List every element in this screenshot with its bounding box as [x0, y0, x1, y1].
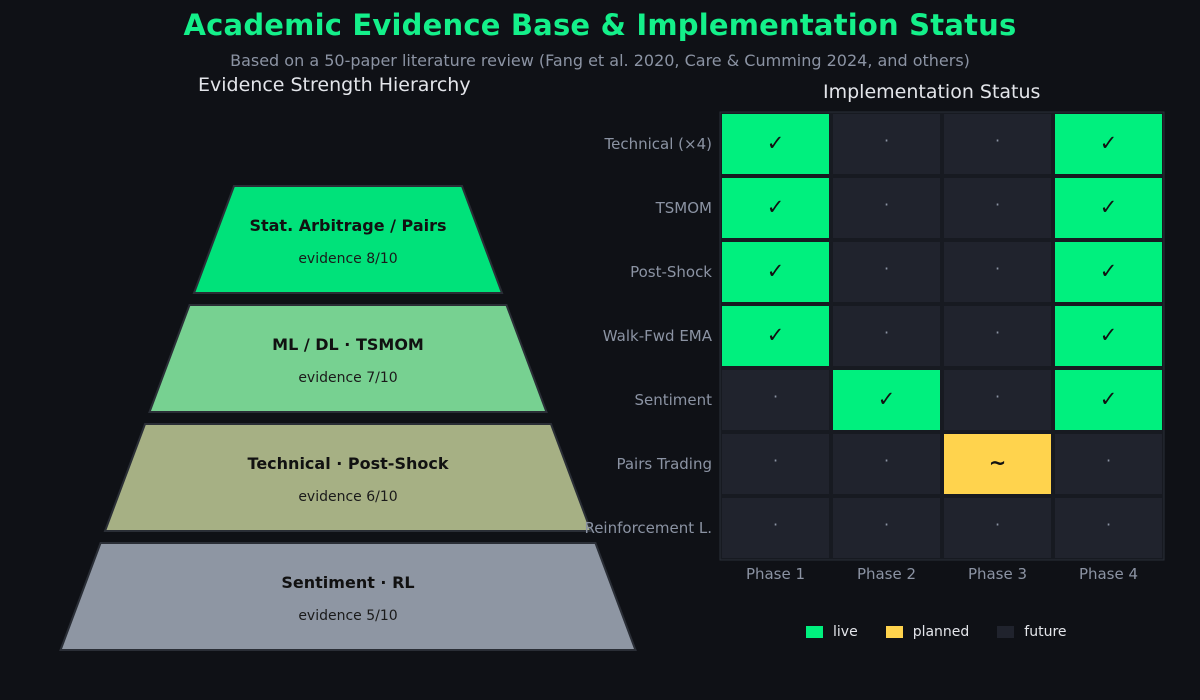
legend-label-planned: planned — [912, 624, 970, 640]
implementation-status-grid: Technical (×4) ✓ · · ✓ TSMOM ✓ · · ✓ Post-Shock ✓ · ·… — [584, 111, 1165, 583]
status-symbol-live: ✓ — [1100, 131, 1118, 155]
row-label-sentiment: Sentiment — [634, 391, 712, 409]
figure-canvas: Academic Evidence Base & Implementation … — [0, 0, 1200, 700]
row-label-walk-fwd-ema: Walk-Fwd EMA — [603, 327, 713, 345]
legend-label-future: future — [1024, 624, 1067, 640]
legend-swatch-live — [806, 626, 823, 638]
row-label-technical-4: Technical (×4) — [604, 135, 712, 153]
status-legend: live planned future — [806, 624, 1095, 640]
status-symbol-future: · — [995, 387, 1000, 406]
column-label-phase-2: Phase 2 — [857, 565, 916, 583]
status-symbol-live: ✓ — [1100, 323, 1118, 347]
status-symbol-live: ✓ — [767, 131, 785, 155]
legend-item-live: live — [806, 624, 858, 640]
status-symbol-future: · — [884, 451, 889, 470]
status-symbol-live: ✓ — [767, 259, 785, 283]
status-symbol-future: · — [773, 451, 778, 470]
status-symbol-future: · — [773, 387, 778, 406]
status-symbol-future: · — [995, 259, 1000, 278]
status-symbol-future: · — [884, 323, 889, 342]
legend-swatch-planned — [885, 626, 903, 638]
legend-item-future: future — [997, 624, 1067, 640]
row-label-tsmom: TSMOM — [655, 199, 712, 217]
legend-item-planned: planned — [885, 624, 970, 640]
status-symbol-future: · — [995, 195, 1000, 214]
legend-swatch-future — [997, 626, 1015, 638]
status-symbol-live: ✓ — [1100, 195, 1118, 219]
legend-label-live: live — [833, 624, 858, 640]
status-symbol-planned: ~ — [989, 451, 1007, 475]
status-symbol-future: · — [995, 323, 1000, 342]
column-label-phase-1: Phase 1 — [746, 565, 805, 583]
status-symbol-future: · — [773, 515, 778, 534]
status-symbol-future: · — [995, 131, 1000, 150]
status-symbol-future: · — [884, 195, 889, 214]
status-symbol-future: · — [1106, 451, 1111, 470]
row-label-pairs-trading: Pairs Trading — [616, 455, 712, 473]
status-symbol-future: · — [1106, 515, 1111, 534]
status-symbol-live: ✓ — [767, 323, 785, 347]
row-label-reinforcement-l: Reinforcement L. — [584, 519, 712, 537]
row-label-post-shock: Post-Shock — [630, 263, 712, 281]
status-symbol-live: ✓ — [1100, 259, 1118, 283]
status-symbol-live: ✓ — [767, 195, 785, 219]
status-symbol-future: · — [884, 131, 889, 150]
status-symbol-future: · — [884, 259, 889, 278]
column-label-phase-3: Phase 3 — [968, 565, 1027, 583]
column-label-phase-4: Phase 4 — [1079, 565, 1138, 583]
status-symbol-live: ✓ — [878, 387, 896, 411]
status-symbol-live: ✓ — [1100, 387, 1118, 411]
status-symbol-future: · — [995, 515, 1000, 534]
status-symbol-future: · — [884, 515, 889, 534]
